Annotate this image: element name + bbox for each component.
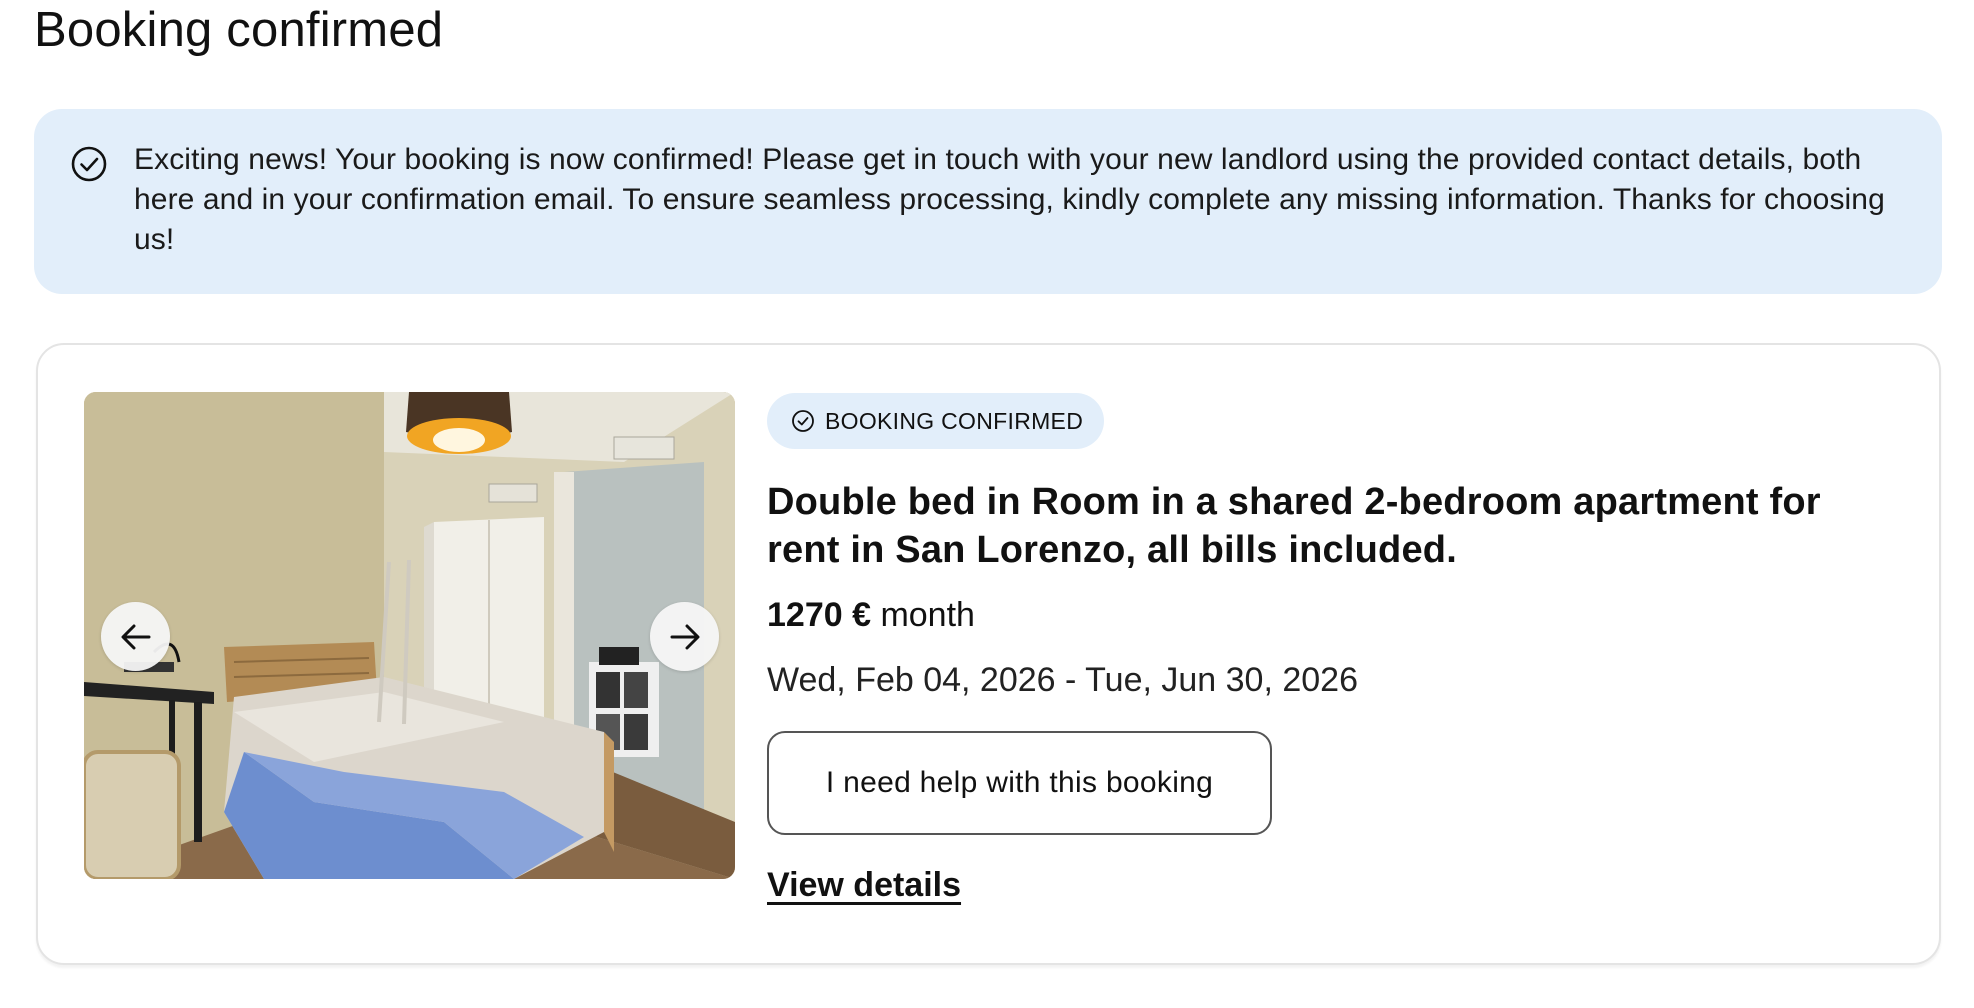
carousel-prev-button[interactable]	[101, 602, 170, 671]
listing-photo	[84, 392, 735, 879]
view-details-link[interactable]: View details	[767, 866, 961, 905]
carousel-next-button[interactable]	[650, 602, 719, 671]
check-circle-icon	[792, 410, 814, 432]
page-title: Booking confirmed	[34, 3, 444, 57]
room-image	[84, 392, 735, 879]
status-badge: BOOKING CONFIRMED	[767, 393, 1104, 449]
help-with-booking-button[interactable]: I need help with this booking	[767, 731, 1272, 835]
listing-title: Double bed in Room in a shared 2-bedroom…	[767, 481, 1821, 571]
listing-price: 1270 € month	[767, 593, 975, 637]
price-amount: 1270 €	[767, 596, 871, 634]
alert-message: Exciting news! Your booking is now confi…	[134, 143, 1885, 256]
status-badge-label: BOOKING CONFIRMED	[825, 407, 1084, 434]
arrow-right-icon	[670, 624, 699, 649]
booking-confirmation-page: Booking confirmed Exciting news! Your bo…	[0, 0, 1974, 1008]
check-circle-icon	[71, 146, 107, 182]
arrow-left-icon	[121, 624, 150, 649]
price-period: month	[880, 596, 975, 634]
booking-dates: Wed, Feb 04, 2026 - Tue, Jun 30, 2026	[767, 661, 1358, 699]
